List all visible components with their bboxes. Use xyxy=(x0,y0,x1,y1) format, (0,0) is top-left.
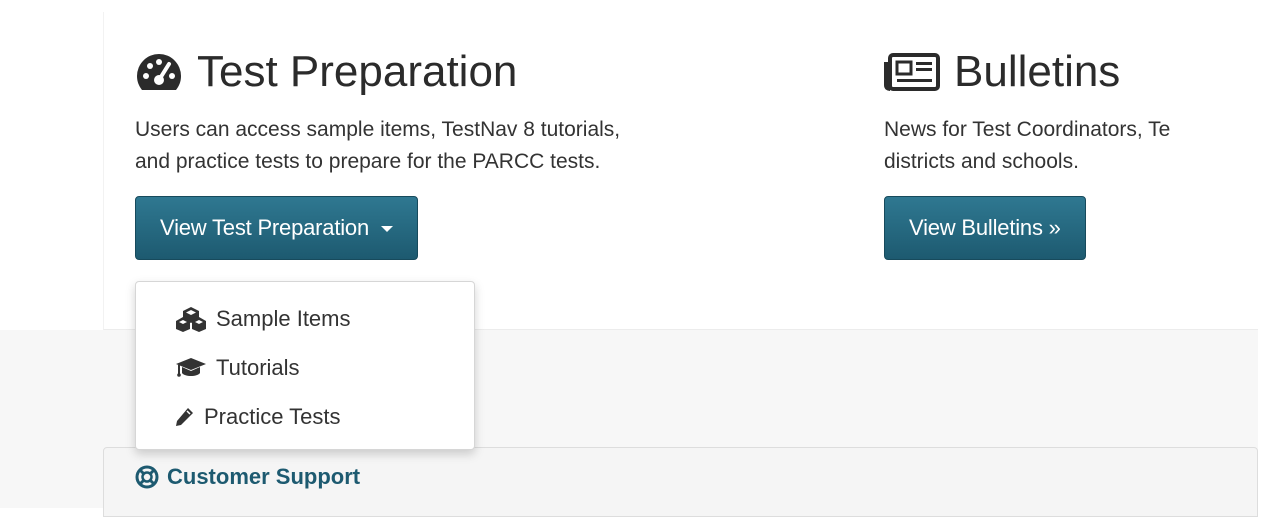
page-edge xyxy=(1258,0,1268,508)
test-preparation-title: Test Preparation xyxy=(197,47,518,96)
test-preparation-description: Users can access sample items, TestNav 8… xyxy=(135,114,835,178)
bulletins-description-line1: News for Test Coordinators, Te xyxy=(884,118,1171,141)
test-preparation-description-line1: Users can access sample items, TestNav 8… xyxy=(135,118,621,141)
bulletins-description: News for Test Coordinators, Te districts… xyxy=(884,114,1258,178)
caret-down-icon xyxy=(381,226,394,232)
test-preparation-section: Test Preparation Users can access sample… xyxy=(135,46,835,260)
menu-item-label: Sample Items xyxy=(216,305,351,331)
bulletins-heading: Bulletins xyxy=(884,46,1258,98)
bulletins-section: Bulletins News for Test Coordinators, Te… xyxy=(884,46,1258,260)
newspaper-icon xyxy=(884,52,940,92)
menu-item-tutorials[interactable]: Tutorials xyxy=(136,343,474,392)
customer-support-panel: Customer Support xyxy=(103,447,1258,517)
pencil-icon xyxy=(172,407,196,427)
bulletins-title: Bulletins xyxy=(954,47,1121,96)
cubes-icon xyxy=(174,306,208,332)
menu-item-label: Tutorials xyxy=(216,354,300,380)
graduation-cap-icon xyxy=(174,357,208,379)
test-preparation-heading: Test Preparation xyxy=(135,46,835,98)
view-test-preparation-label: View Test Preparation xyxy=(160,215,370,240)
menu-item-sample-items[interactable]: Sample Items xyxy=(136,294,474,343)
dashboard-icon xyxy=(135,52,183,92)
bulletins-description-line2: districts and schools. xyxy=(884,150,1079,173)
customer-support-header[interactable]: Customer Support xyxy=(135,464,360,490)
view-bulletins-button[interactable]: View Bulletins » xyxy=(884,196,1086,260)
test-preparation-dropdown-menu: Sample Items Tutorials Practice Tests xyxy=(135,281,475,450)
customer-support-title: Customer Support xyxy=(167,464,361,489)
menu-item-label: Practice Tests xyxy=(204,403,341,429)
test-preparation-description-line2: and practice tests to prepare for the PA… xyxy=(135,150,601,173)
view-test-preparation-button[interactable]: View Test Preparation xyxy=(135,196,419,260)
menu-item-practice-tests[interactable]: Practice Tests xyxy=(136,392,474,441)
life-ring-icon xyxy=(135,465,159,489)
view-bulletins-label: View Bulletins » xyxy=(909,215,1061,240)
